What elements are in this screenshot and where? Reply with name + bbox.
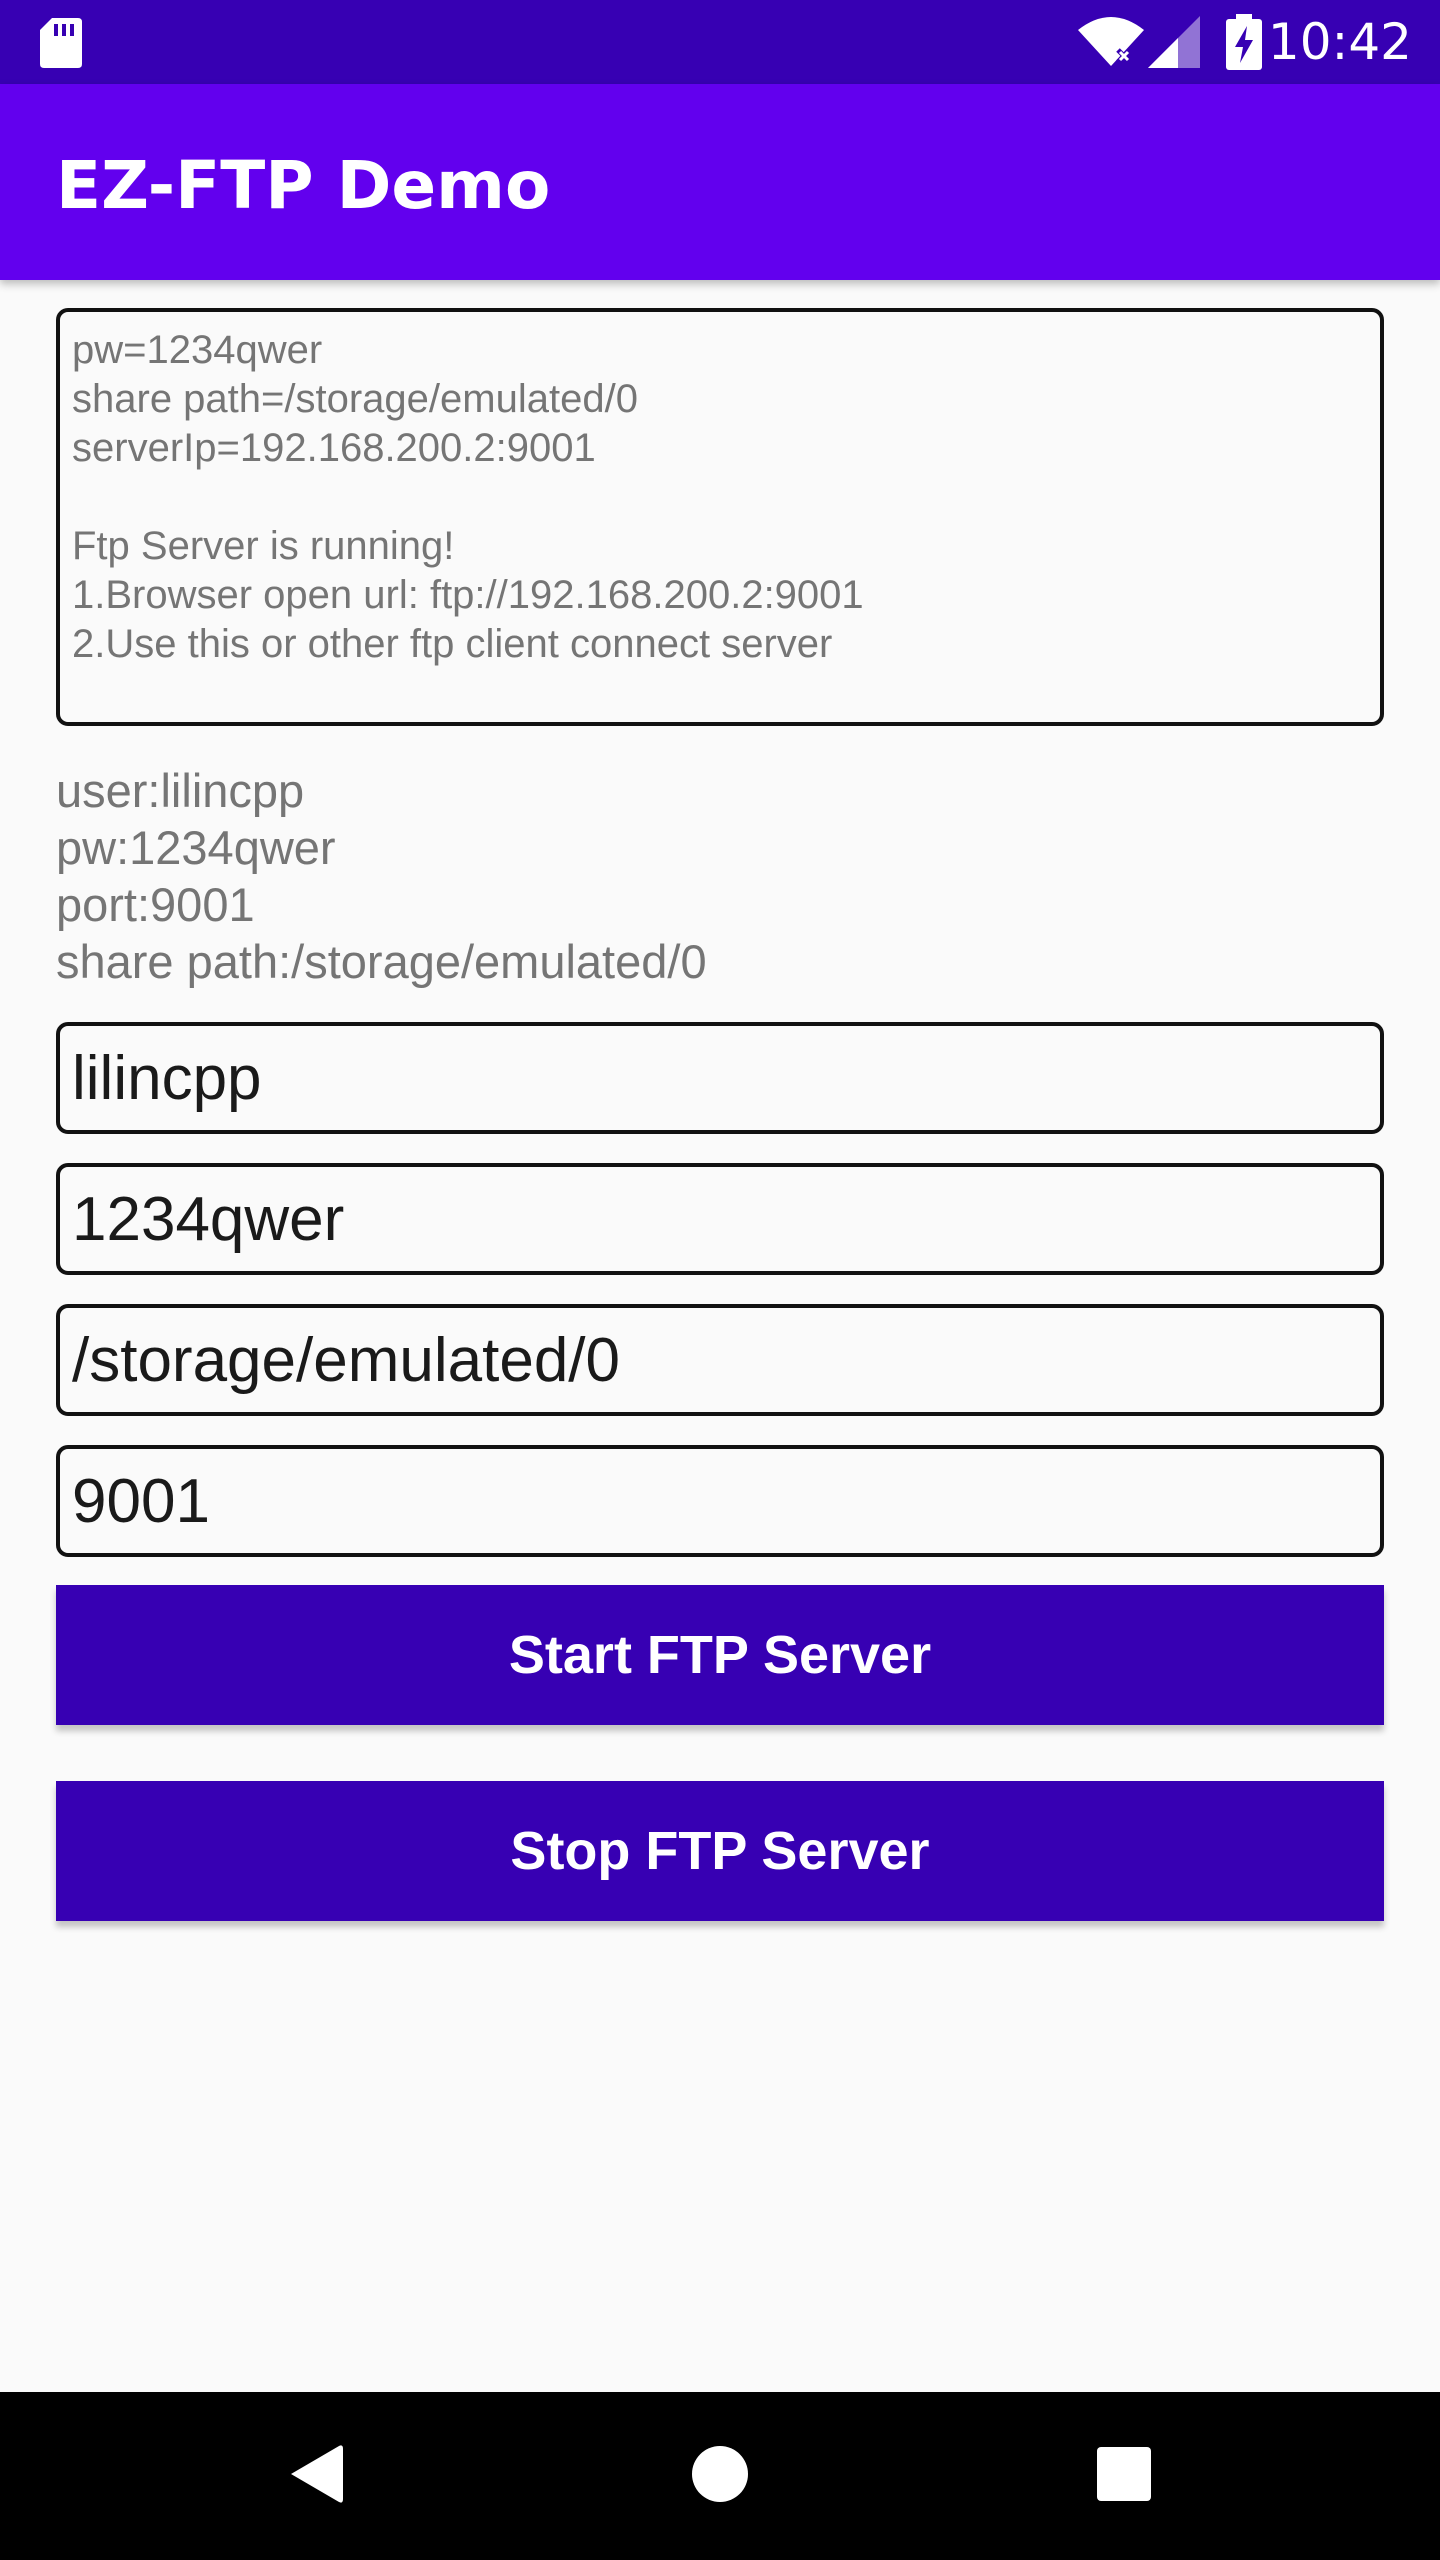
navigation-bar (0, 2392, 1440, 2560)
app-bar: EZ-FTP Demo (0, 84, 1440, 280)
sd-card-icon (40, 18, 82, 72)
log-line: 2.Use this or other ftp client connect s… (72, 622, 833, 666)
port-input[interactable] (60, 1449, 1380, 1553)
info-password: pw:1234qwer (56, 821, 336, 874)
share-path-field-box (56, 1304, 1384, 1416)
log-line: pw=1234qwer (72, 328, 323, 372)
status-bar: 10:42 (0, 0, 1440, 84)
recents-button[interactable] (1040, 2392, 1208, 2560)
info-port: port:9001 (56, 878, 255, 931)
log-line: serverIp=192.168.200.2:9001 (72, 426, 596, 470)
wifi-icon (1078, 16, 1144, 72)
username-input[interactable] (60, 1026, 1380, 1130)
battery-charging-icon (1226, 14, 1262, 74)
back-button[interactable] (232, 2392, 400, 2560)
info-share-path: share path:/storage/emulated/0 (56, 935, 707, 988)
server-info: user:lilincpp pw:1234qwer port:9001 shar… (56, 762, 707, 990)
stop-ftp-server-button[interactable]: Stop FTP Server (56, 1781, 1384, 1921)
log-line: Ftp Server is running! (72, 524, 455, 568)
password-input[interactable] (60, 1167, 1380, 1271)
status-time: 10:42 (1267, 13, 1412, 71)
log-line: share path=/storage/emulated/0 (72, 377, 638, 421)
signal-icon (1148, 16, 1200, 72)
recents-icon (1097, 2447, 1151, 2505)
share-path-input[interactable] (60, 1308, 1380, 1412)
log-line: 1.Browser open url: ftp://192.168.200.2:… (72, 573, 864, 617)
password-field-box (56, 1163, 1384, 1275)
log-output[interactable]: pw=1234qwer share path=/storage/emulated… (56, 308, 1384, 726)
port-field-box (56, 1445, 1384, 1557)
info-user: user:lilincpp (56, 764, 305, 817)
username-field-box (56, 1022, 1384, 1134)
app-title: EZ-FTP Demo (56, 147, 551, 224)
start-ftp-server-button[interactable]: Start FTP Server (56, 1585, 1384, 1725)
back-icon (289, 2444, 343, 2508)
home-button[interactable] (636, 2392, 804, 2560)
home-icon (691, 2445, 749, 2507)
